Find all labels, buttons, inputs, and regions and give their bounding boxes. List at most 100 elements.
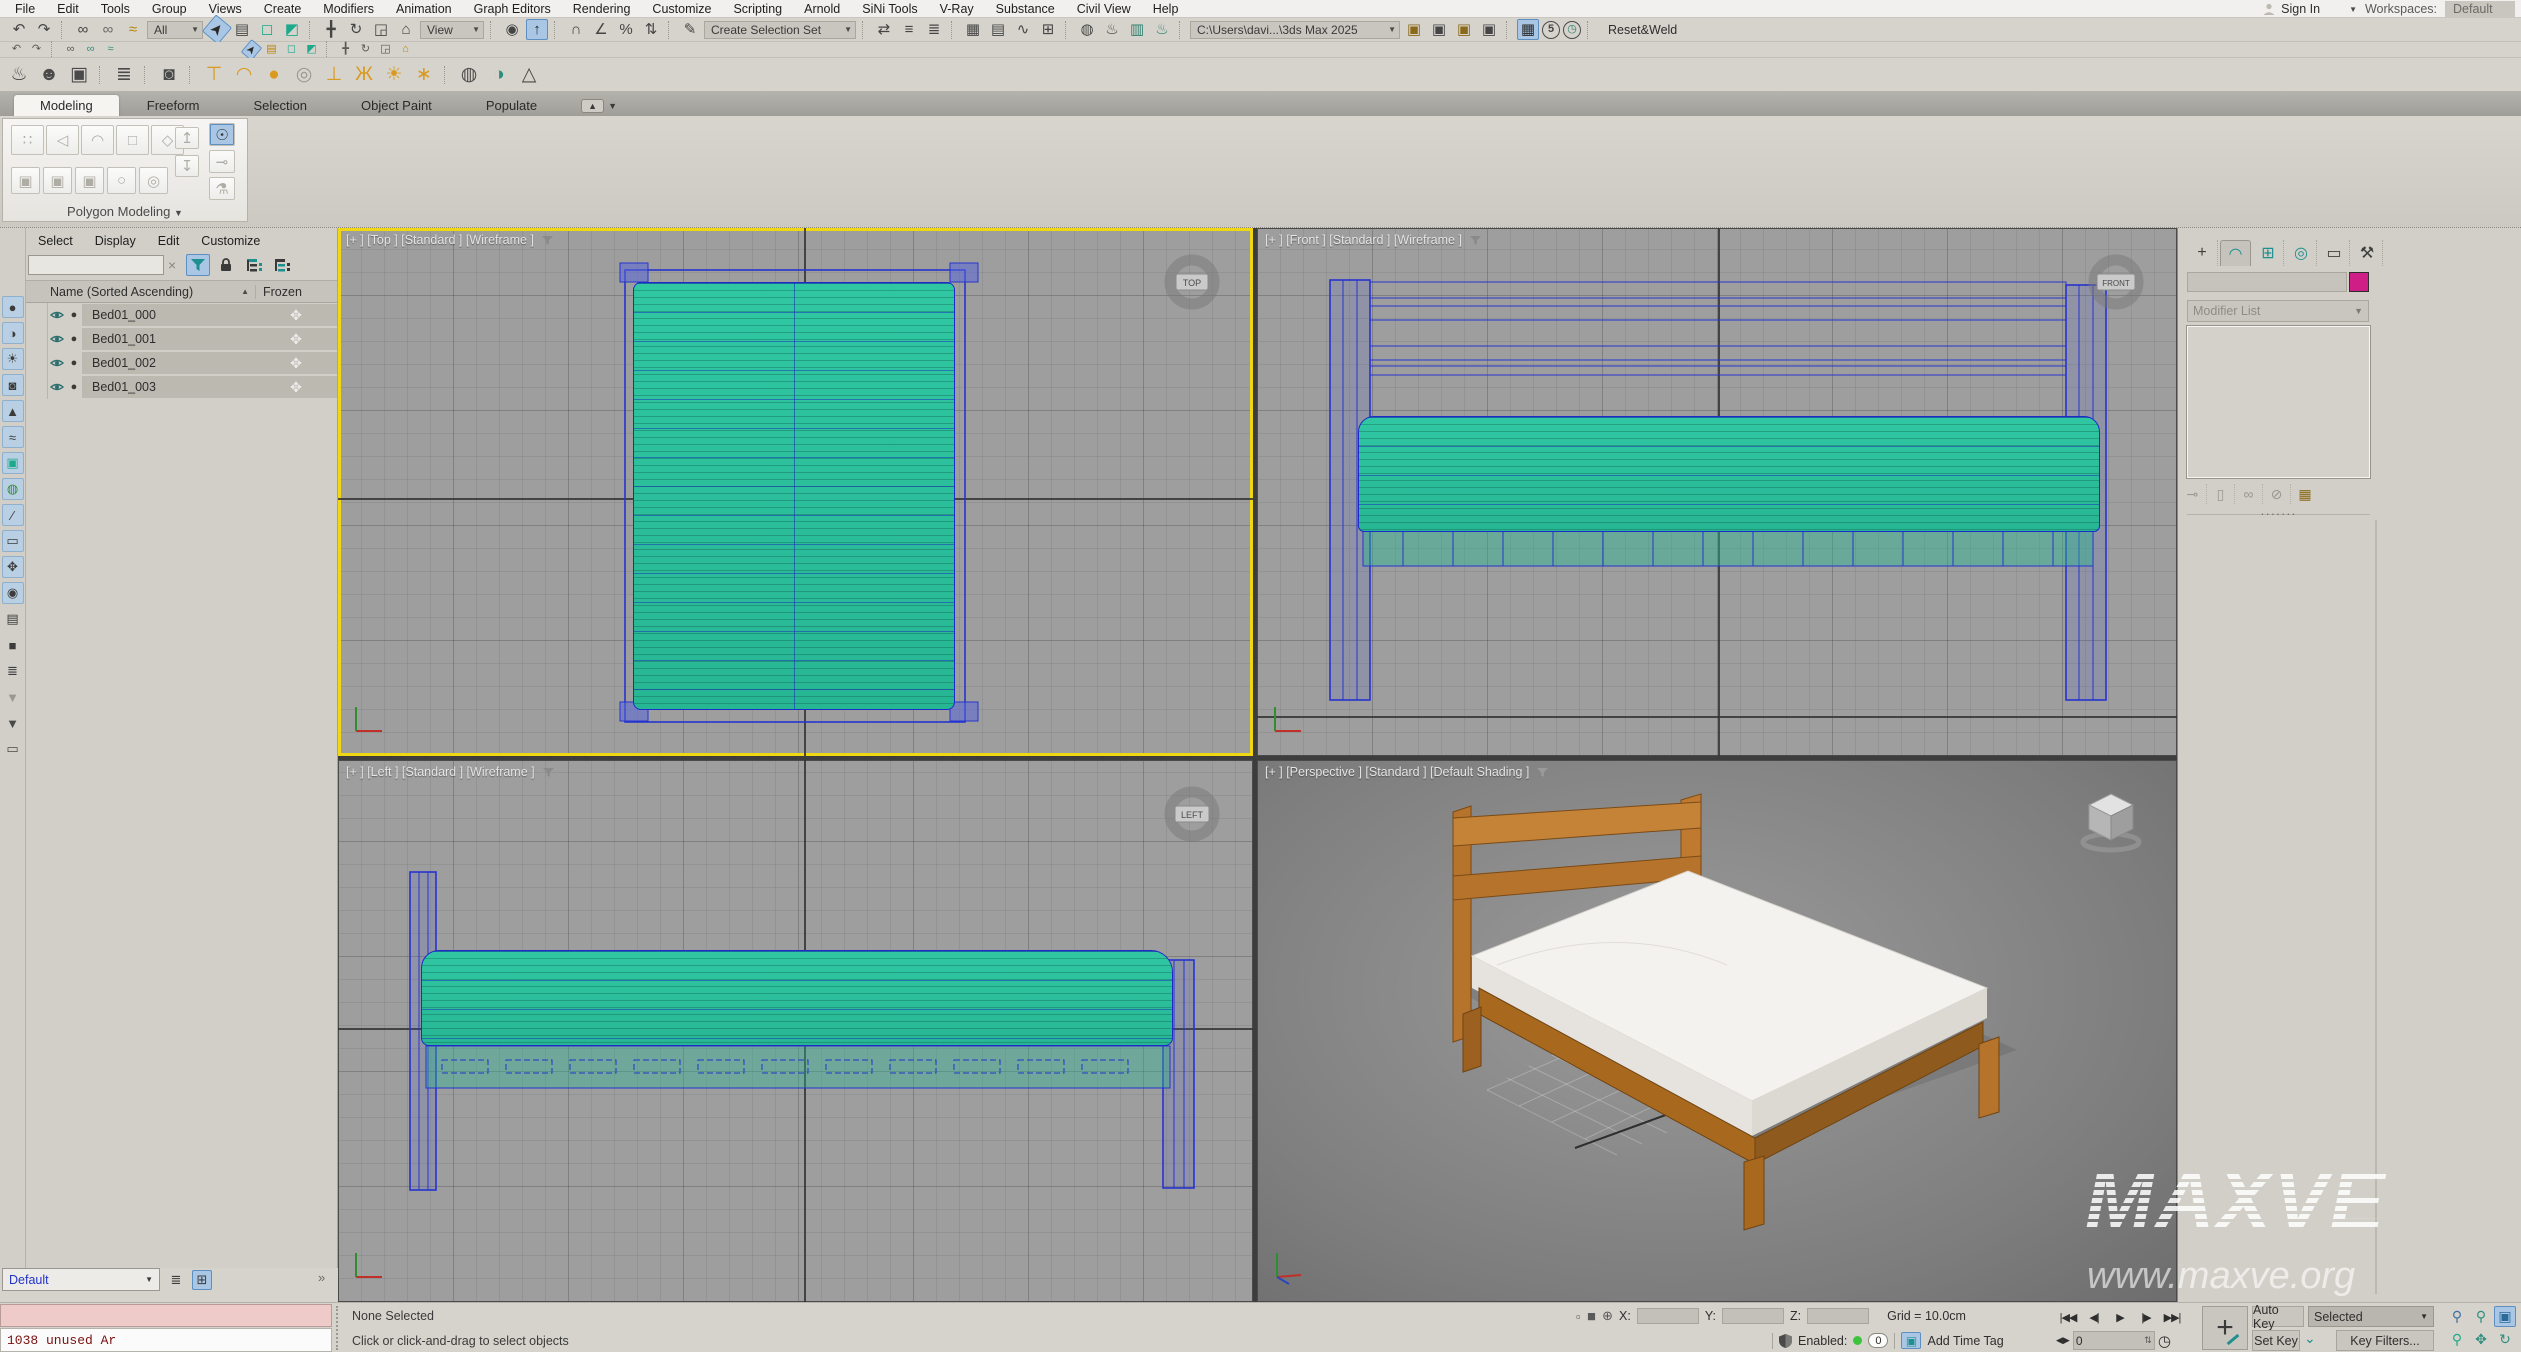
active-layer-dropdown[interactable]: Default ▼ bbox=[2, 1268, 160, 1291]
filter-button[interactable] bbox=[186, 254, 210, 276]
menu-item-tools[interactable]: Tools bbox=[90, 2, 141, 16]
asset-box-icon[interactable]: ▣ bbox=[66, 60, 92, 89]
frozen-snowflake-icon[interactable]: ✥ bbox=[255, 376, 337, 398]
link-icon-2[interactable]: ∞ bbox=[62, 43, 79, 57]
y-coordinate-field[interactable] bbox=[1722, 1308, 1784, 1324]
select-and-place-icon[interactable]: ⌂ bbox=[395, 19, 417, 40]
schematic-view-icon[interactable]: ⊞ bbox=[1037, 19, 1059, 40]
display-hidden-icon[interactable]: ◉ bbox=[2, 582, 24, 604]
viewcube[interactable]: TOP bbox=[1155, 248, 1229, 325]
modifier-up-button[interactable]: ↥ bbox=[175, 127, 199, 149]
play-button[interactable]: ▶ bbox=[2108, 1307, 2132, 1328]
isolate-selection-icon[interactable]: ▣ bbox=[1901, 1332, 1921, 1349]
zoom-extents-button[interactable]: ▣ bbox=[2494, 1306, 2516, 1327]
menu-item-scripting[interactable]: Scripting bbox=[722, 2, 793, 16]
next-frame-button[interactable]: |▶ bbox=[2134, 1307, 2158, 1328]
menu-item-modifiers[interactable]: Modifiers bbox=[312, 2, 385, 16]
viewport-perspective[interactable]: [+ ] [Perspective ] [Standard ] [Default… bbox=[1257, 760, 2177, 1302]
bind-to-space-warp-icon[interactable]: ≈ bbox=[122, 19, 144, 40]
display-frozen-icon[interactable]: ✥ bbox=[2, 556, 24, 578]
viewport-left[interactable]: [+ ] [Left ] [Standard ] [Wireframe ] LE… bbox=[338, 760, 1253, 1302]
name-column-header[interactable]: Name (Sorted Ascending) bbox=[26, 285, 241, 299]
viewport-top[interactable]: [+ ] [Top ] [Standard ] [Wireframe ] TOP bbox=[338, 228, 1253, 756]
z-coordinate-field[interactable] bbox=[1807, 1308, 1869, 1324]
mirror-icon[interactable]: ⇄ bbox=[873, 19, 895, 40]
frozen-snowflake-icon[interactable]: ✥ bbox=[255, 328, 337, 350]
layer-manager-icon[interactable]: ≣ bbox=[166, 1270, 186, 1290]
frame-spinner[interactable]: ⇅ bbox=[2144, 1335, 2152, 1346]
create-tab[interactable]: + bbox=[2187, 240, 2218, 266]
zoom-all-button[interactable]: ⚲ bbox=[2470, 1306, 2492, 1327]
explorer-menu-display[interactable]: Display bbox=[95, 234, 136, 248]
viewport-filter-icon[interactable] bbox=[1537, 768, 1548, 777]
list-icon[interactable]: ≣ bbox=[111, 60, 137, 89]
panel-resize-handle[interactable] bbox=[2187, 514, 2370, 515]
undo-icon[interactable]: ↶ bbox=[8, 19, 30, 40]
unlink-selection-icon[interactable]: ∞ bbox=[97, 19, 119, 40]
table-row[interactable]: ● Bed01_003 ✥ bbox=[26, 375, 337, 399]
border-mode-button[interactable]: ◠ bbox=[81, 125, 114, 155]
workspace-dropdown[interactable]: Default bbox=[2445, 1, 2515, 17]
time-configuration-icon[interactable]: ◷ bbox=[2158, 1332, 2171, 1350]
hierarchy-mode-button[interactable] bbox=[242, 254, 266, 276]
bind-icon-2[interactable]: ≈ bbox=[102, 43, 119, 57]
selection-lock-icon[interactable]: ◾ bbox=[1587, 1308, 1597, 1324]
curve-editor-icon[interactable]: ∿ bbox=[1012, 19, 1034, 40]
visibility-eye-icon[interactable] bbox=[48, 358, 66, 368]
rectangular-selection-region-icon[interactable]: ◻ bbox=[256, 19, 278, 40]
toggle-end-result-button[interactable]: ☉ bbox=[209, 123, 235, 146]
explorer-block-view-icon[interactable]: ■ bbox=[2, 634, 24, 656]
vray-light-dome-icon[interactable]: ◠ bbox=[231, 60, 257, 89]
menu-item-file[interactable]: File bbox=[4, 2, 46, 16]
window-crossing-icon-2[interactable]: ◩ bbox=[303, 43, 320, 57]
display-lights-icon[interactable]: ☀ bbox=[2, 348, 24, 370]
selection-lock-region-icon[interactable]: ▫ bbox=[1576, 1309, 1581, 1324]
hierarchy-tab[interactable]: ⊞ bbox=[2253, 240, 2284, 266]
explorer-overflow-chevron[interactable]: » bbox=[318, 1270, 325, 1285]
maxscript-listener-line[interactable]: 1038 unused Ar bbox=[0, 1328, 332, 1352]
ribbon-minimize-button[interactable]: ▲ ▼ bbox=[581, 95, 617, 116]
scale-icon-2[interactable]: ◲ bbox=[377, 43, 394, 57]
clapboard-icon[interactable]: ▭ bbox=[2, 738, 24, 760]
vray-sphere-icon[interactable]: ◑ bbox=[486, 60, 512, 89]
snap-toggle-icon[interactable]: ∩ bbox=[565, 19, 587, 40]
percent-snap-icon[interactable]: % bbox=[615, 19, 637, 40]
polygon-modeling-panel-label[interactable]: Polygon Modeling ▼ bbox=[3, 204, 247, 219]
render-production-icon[interactable]: ♨ bbox=[1151, 19, 1173, 40]
preview-subobject-multi-button[interactable]: ▣ bbox=[75, 167, 104, 194]
select-by-name-icon[interactable]: ▤ bbox=[231, 19, 253, 40]
viewport-label[interactable]: [+ ] [Perspective ] [Standard ] [Default… bbox=[1265, 765, 1548, 779]
render-preset-icon-1[interactable]: ▣ bbox=[1403, 19, 1425, 40]
preview-subobject-sub-button[interactable]: ▣ bbox=[43, 167, 72, 194]
pin-stack-ribbon-button[interactable]: ⊸ bbox=[209, 150, 235, 173]
rect-region-icon-2[interactable]: ◻ bbox=[283, 43, 300, 57]
viewcube[interactable]: LEFT bbox=[1155, 780, 1229, 857]
modifier-down-button[interactable]: ↧ bbox=[175, 155, 199, 177]
show-cage-button[interactable]: ⚗ bbox=[209, 177, 235, 200]
tab-modeling[interactable]: Modeling bbox=[14, 95, 119, 116]
menu-item-group[interactable]: Group bbox=[141, 2, 198, 16]
motion-tab[interactable]: ◎ bbox=[2286, 240, 2317, 266]
explorer-list-view-icon[interactable]: ▤ bbox=[2, 608, 24, 630]
render-preset-icon-4[interactable]: ▣ bbox=[1478, 19, 1500, 40]
vray-ambient-light-icon[interactable]: ∗ bbox=[411, 60, 437, 89]
tab-object-paint[interactable]: Object Paint bbox=[335, 95, 458, 116]
vray-light-mesh-icon[interactable]: ◎ bbox=[291, 60, 317, 89]
selection-set-key-dropdown[interactable]: Selected ▼ bbox=[2308, 1306, 2434, 1327]
object-color-swatch[interactable] bbox=[2349, 272, 2369, 292]
menu-item-help[interactable]: Help bbox=[1142, 2, 1190, 16]
configure-modifier-sets-button[interactable]: ▦ bbox=[2299, 484, 2319, 504]
sort-mode-button[interactable] bbox=[270, 254, 294, 276]
vray-plugin-icon[interactable]: Ж bbox=[351, 60, 377, 89]
auto-key-button[interactable]: Auto Key bbox=[2252, 1306, 2304, 1327]
artist-head-icon[interactable]: ☻ bbox=[36, 60, 62, 89]
make-unique-button[interactable]: ∞ bbox=[2243, 484, 2263, 504]
add-time-tag[interactable]: Add Time Tag bbox=[1927, 1334, 2003, 1348]
redo-icon[interactable]: ↷ bbox=[33, 19, 55, 40]
polygon-mode-button[interactable]: □ bbox=[116, 125, 149, 155]
zoom-button[interactable]: ⚲ bbox=[2446, 1306, 2468, 1327]
spline-cage-icon[interactable]: △ bbox=[516, 60, 542, 89]
move-icon-2[interactable]: ╋ bbox=[337, 43, 354, 57]
sign-in-button[interactable]: Sign In ▼ bbox=[2262, 2, 2357, 16]
display-spacewarps-icon[interactable]: ≈ bbox=[2, 426, 24, 448]
